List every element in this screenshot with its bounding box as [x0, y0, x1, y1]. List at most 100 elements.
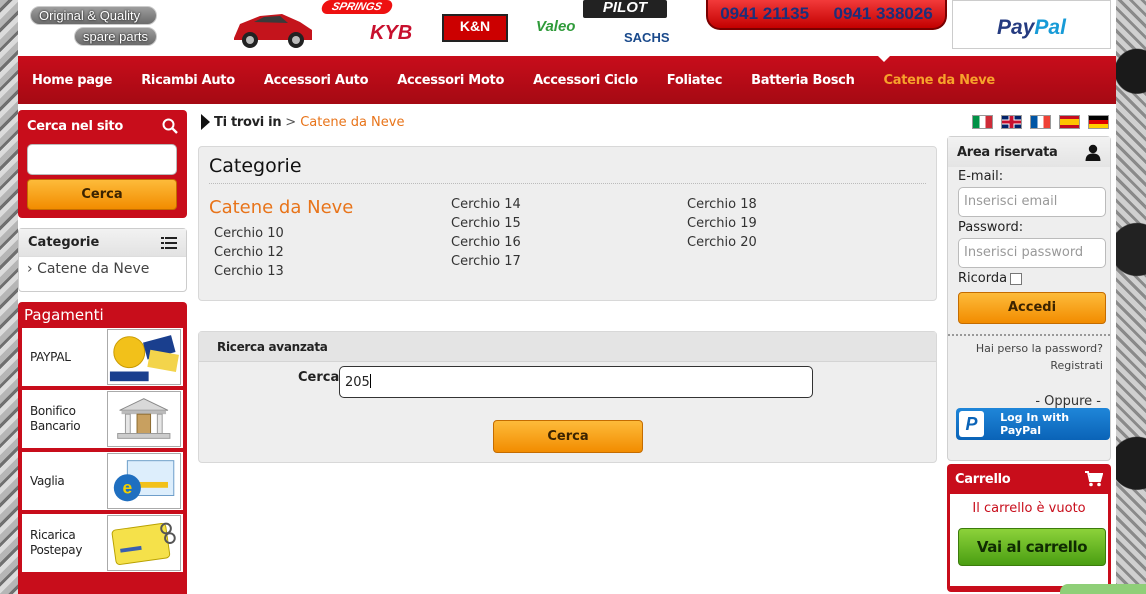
payment-label: PAYPAL — [30, 349, 71, 364]
nav-catene-da-neve[interactable]: Catene da Neve — [884, 73, 996, 88]
advanced-search-value: 205 — [345, 375, 370, 390]
payment-row-vaglia: Vaglia e — [22, 452, 183, 510]
page: Original & Quality spare parts SPRINGS K… — [18, 0, 1116, 594]
email-field[interactable]: Inserisci email — [958, 187, 1106, 217]
chat-widget-tab[interactable] — [1060, 584, 1146, 594]
nav-home[interactable]: Home page — [32, 73, 113, 88]
nav-accessori-moto[interactable]: Accessori Moto — [397, 73, 504, 88]
subcategory-link[interactable]: Cerchio 10 — [209, 224, 353, 243]
site-search-input[interactable] — [27, 144, 177, 175]
language-flags — [947, 110, 1111, 134]
login-title: Area riservata — [957, 144, 1058, 160]
subcategory-link[interactable]: Cerchio 20 — [687, 233, 757, 252]
nav-ricambi-auto[interactable]: Ricambi Auto — [141, 73, 235, 88]
site-search-box: Cerca nel sito Cerca — [18, 110, 187, 218]
slogan-line-2: spare parts — [74, 27, 158, 46]
remember-checkbox[interactable] — [1010, 272, 1023, 285]
subcategory-link[interactable]: Cerchio 18 — [687, 195, 757, 214]
paypal-p-icon: P — [959, 411, 985, 437]
spanish-flag-icon[interactable] — [1059, 115, 1080, 129]
breadcrumb-label: Ti trovi in — [214, 114, 282, 130]
payment-row-postepay: Ricarica Postepay — [22, 514, 183, 572]
main-content: Ti trovi in > Catene da Neve Categorie C… — [198, 110, 937, 463]
subcategory-link[interactable]: Cerchio 13 — [209, 262, 353, 281]
main-nav: Home page Ricambi Auto Accessori Auto Ac… — [18, 56, 1116, 104]
payment-row-paypal: PAYPAL — [22, 328, 183, 386]
advanced-search-button[interactable]: Cerca — [493, 420, 643, 453]
subcategory-link[interactable]: Cerchio 15 — [451, 214, 521, 233]
password-field[interactable]: Inserisci password — [958, 238, 1106, 268]
user-icon — [1085, 144, 1101, 161]
italian-flag-icon[interactable] — [972, 115, 993, 129]
phone-number-2: 0941 338026 — [833, 4, 933, 23]
payments-title: Pagamenti — [24, 306, 104, 324]
nav-accessori-auto[interactable]: Accessori Auto — [264, 73, 369, 88]
paypal-logo-text-a: Pay — [997, 16, 1035, 39]
brand-kyb-logo: KYB — [370, 22, 413, 44]
site-search-title: Cerca nel sito — [27, 118, 123, 134]
login-divider — [948, 334, 1110, 336]
forgot-password-link[interactable]: Hai perso la password? — [948, 340, 1110, 357]
header: Original & Quality spare parts SPRINGS K… — [18, 0, 1116, 56]
left-background-decoration — [0, 0, 18, 594]
category-column-2: Cerchio 14 Cerchio 15 Cerchio 16 Cerchio… — [451, 195, 521, 271]
go-to-cart-button[interactable]: Vai al carrello — [958, 528, 1106, 566]
remember-label: Ricorda — [958, 271, 1008, 286]
sidebar-category-item[interactable]: › Catene da Neve — [19, 257, 186, 281]
brand-sachs-logo: SACHS — [624, 30, 670, 45]
subcategory-link[interactable]: Cerchio 17 — [451, 252, 521, 271]
cart-empty-text: Il carrello è vuoto — [972, 501, 1086, 516]
nav-accessori-ciclo[interactable]: Accessori Ciclo — [533, 73, 638, 88]
text-cursor — [369, 374, 371, 388]
email-label: E-mail: — [958, 169, 1004, 184]
french-flag-icon[interactable] — [1030, 115, 1051, 129]
postepay-card-icon — [107, 515, 181, 571]
cart-content: Il carrello è vuoto Vai al carrello — [950, 494, 1108, 586]
payments-box: Pagamenti PAYPAL Bonifico Bancario Vagli… — [18, 302, 187, 594]
paypal-login-label: Log In with PayPal — [1000, 411, 1070, 437]
left-sidebar: Cerca nel sito Cerca Categorie › Catene … — [18, 110, 187, 594]
brand-valeo-logo: Valeo — [536, 18, 576, 35]
subcategory-link[interactable]: Cerchio 12 — [209, 243, 353, 262]
german-flag-icon[interactable] — [1088, 115, 1109, 129]
phone-banner: 0941 21135 0941 338026 — [706, 0, 947, 30]
payment-label: Bonifico Bancario — [30, 404, 81, 433]
english-flag-icon[interactable] — [1001, 115, 1022, 129]
nav-foliatec[interactable]: Foliatec — [667, 73, 723, 88]
cart-box: Carrello Il carrello è vuoto Vai al carr… — [947, 464, 1111, 592]
paypal-login-button[interactable]: P Log In with PayPal — [956, 408, 1110, 440]
subcategory-link[interactable]: Cerchio 16 — [451, 233, 521, 252]
site-search-button[interactable]: Cerca — [27, 179, 177, 210]
red-car-image — [234, 14, 312, 48]
chevron-right-icon: › — [27, 261, 33, 277]
cart-title: Carrello — [955, 471, 1011, 487]
paypal-logo-text-b: Pal — [1034, 16, 1066, 39]
sidebar-category-label: Catene da Neve — [37, 261, 150, 277]
password-label: Password: — [958, 220, 1024, 235]
brand-kn-logo: K&N — [442, 14, 508, 42]
paypal-verified-icon — [107, 329, 181, 385]
subcategory-link[interactable]: Cerchio 19 — [687, 214, 757, 233]
login-button[interactable]: Accedi — [958, 292, 1106, 324]
slogan-logo[interactable]: Original & Quality spare parts — [30, 6, 158, 48]
brand-springs-logo: SPRINGS — [320, 0, 394, 14]
advanced-search-label: Cerca — [298, 370, 340, 385]
main-category-link[interactable]: Catene da Neve — [209, 197, 353, 218]
categories-sidebar-title: Categorie — [28, 235, 100, 250]
payment-label: Ricarica Postepay — [30, 528, 83, 557]
slogan-line-1: Original & Quality — [30, 6, 158, 25]
remember-row: Ricorda — [948, 271, 1110, 286]
list-icon — [161, 236, 177, 249]
category-column-1: Catene da Neve Cerchio 10 Cerchio 12 Cer… — [209, 197, 353, 281]
breadcrumb-current[interactable]: Catene da Neve — [300, 115, 404, 130]
subcategory-link[interactable]: Cerchio 14 — [451, 195, 521, 214]
active-caret-icon — [878, 56, 890, 62]
nav-batteria-bosch[interactable]: Batteria Bosch — [751, 73, 855, 88]
right-sidebar: Area riservata E-mail: Inserisci email P… — [947, 110, 1111, 592]
advanced-search-title: Ricerca avanzata — [199, 332, 936, 362]
or-separator: - Oppure - — [1035, 394, 1101, 409]
advanced-search-input[interactable]: 205 — [339, 366, 813, 398]
advanced-search-panel: Ricerca avanzata Cerca 205 Cerca — [198, 331, 937, 463]
payment-label: Vaglia — [30, 473, 65, 488]
register-link[interactable]: Registrati — [948, 357, 1110, 374]
